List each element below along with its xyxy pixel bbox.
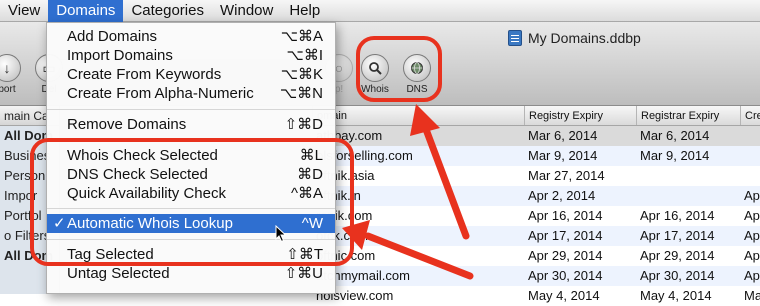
annotation-arrow-menu — [342, 220, 474, 280]
annotation-arrow-toolbar — [410, 104, 470, 240]
annotation-arrows — [342, 104, 474, 280]
